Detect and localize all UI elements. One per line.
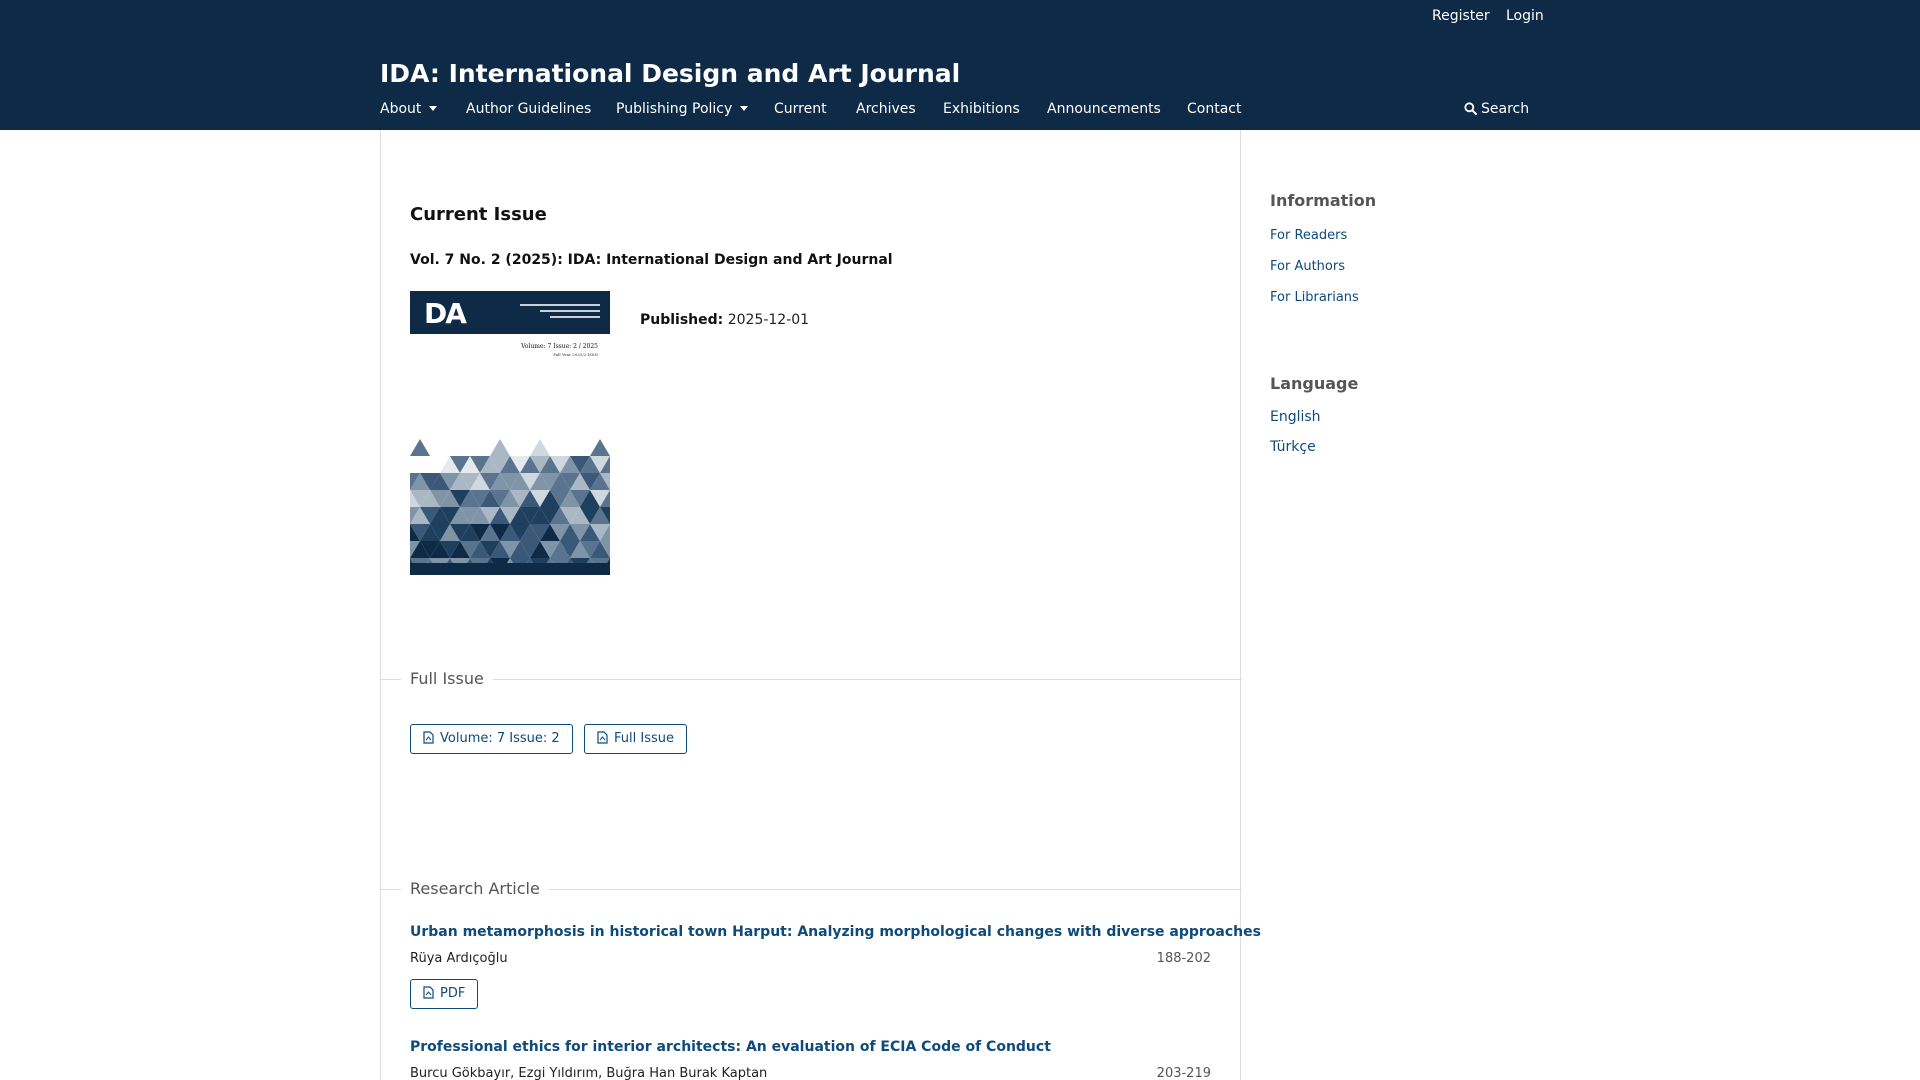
nav-about[interactable]: About	[380, 98, 438, 120]
cover-text-line	[520, 304, 600, 306]
article-pages: 203-219	[1156, 1066, 1211, 1080]
article-authors: Burcu Gökbayır, Ezgi Yıldırım, Buğra Han…	[410, 1066, 768, 1080]
caret-down-icon	[740, 105, 749, 111]
user-nav: Register Login	[0, 6, 1920, 26]
cover-logo: DA	[424, 297, 467, 330]
page-title: Current Issue	[410, 204, 547, 225]
research-article-heading: Research Article	[401, 878, 549, 900]
cover-triangle	[490, 439, 510, 456]
full-issue-galley-label: Full Issue	[614, 731, 674, 746]
issue-title: Vol. 7 No. 2 (2025): IDA: International …	[410, 252, 893, 268]
language-turkce[interactable]: Türkçe	[1270, 437, 1316, 457]
cover-triangle	[590, 439, 610, 456]
published-info: Published: 2025-12-01	[640, 310, 809, 330]
full-issue-galley-button[interactable]: Full Issue	[584, 724, 687, 754]
full-issue-section-header: Full Issue	[381, 668, 1242, 690]
caret-down-icon	[429, 105, 438, 111]
cover-header-band: DA	[410, 291, 610, 334]
search-link[interactable]: Search	[1464, 98, 1529, 120]
article-pdf-label: PDF	[440, 986, 466, 1001]
file-pdf-icon	[597, 731, 608, 744]
nav-exhibitions[interactable]: Exhibitions	[943, 98, 1020, 120]
cover-small-text: Fall Year 2025/2 ISSN	[553, 352, 598, 357]
main-content: Current Issue Vol. 7 No. 2 (2025): IDA: …	[380, 130, 1261, 1080]
cover-triangle	[410, 439, 430, 456]
full-issue-heading: Full Issue	[401, 668, 493, 690]
file-pdf-icon	[423, 731, 434, 744]
nav-contact[interactable]: Contact	[1187, 98, 1241, 120]
register-link[interactable]: Register	[1432, 6, 1490, 26]
nav-current[interactable]: Current	[774, 98, 827, 120]
research-article-section-header: Research Article	[381, 878, 1242, 900]
sidebar-link-for-readers[interactable]: For Readers	[1270, 226, 1347, 246]
published-label: Published:	[640, 312, 724, 328]
volume-galley-button[interactable]: Volume: 7 Issue: 2	[410, 724, 573, 754]
search-icon	[1464, 101, 1477, 115]
cover-base-band	[410, 563, 610, 575]
sidebar-information-title: Information	[1270, 191, 1377, 210]
volume-galley-label: Volume: 7 Issue: 2	[440, 731, 560, 746]
site-title[interactable]: IDA: International Design and Art Journa…	[380, 57, 960, 91]
nav-archives[interactable]: Archives	[856, 98, 916, 120]
sidebar: Information For Readers For Authors For …	[1241, 130, 1561, 1080]
article-title-link[interactable]: Urban metamorphosis in historical town H…	[410, 922, 1261, 942]
login-link[interactable]: Login	[1506, 6, 1544, 26]
article-authors: Rüya Ardıçoğlu	[410, 951, 508, 966]
sidebar-link-for-authors[interactable]: For Authors	[1270, 257, 1345, 277]
section-divider	[381, 679, 1242, 680]
language-english[interactable]: English	[1270, 407, 1321, 427]
cover-triangle	[530, 439, 550, 456]
sidebar-language-title: Language	[1270, 374, 1359, 393]
cover-triangle-pattern	[410, 439, 610, 575]
nav-publishing-policy[interactable]: Publishing Policy	[616, 98, 749, 120]
cover-volume-text: Volume: 7 Issue: 2 / 2025	[521, 343, 598, 350]
nav-author-guidelines[interactable]: Author Guidelines	[466, 98, 591, 120]
cover-text-line	[540, 310, 600, 312]
sidebar-link-for-librarians[interactable]: For Librarians	[1270, 288, 1359, 308]
file-pdf-icon	[423, 986, 434, 999]
site-header: Register Login IDA: International Design…	[0, 0, 1920, 130]
issue-cover-image[interactable]: DA Volume: 7 Issue: 2 / 2025 Fall Year 2…	[410, 291, 610, 575]
published-date: 2025-12-01	[727, 312, 810, 328]
nav-about-label: About	[380, 101, 422, 117]
cover-text-line	[550, 316, 600, 318]
article-title-link[interactable]: Professional ethics for interior archite…	[410, 1037, 1051, 1057]
article-pdf-button[interactable]: PDF	[410, 979, 479, 1009]
nav-publishing-policy-label: Publishing Policy	[616, 101, 733, 117]
article-pages: 188-202	[1156, 951, 1211, 966]
search-label: Search	[1481, 101, 1530, 117]
nav-announcements[interactable]: Announcements	[1047, 98, 1161, 120]
